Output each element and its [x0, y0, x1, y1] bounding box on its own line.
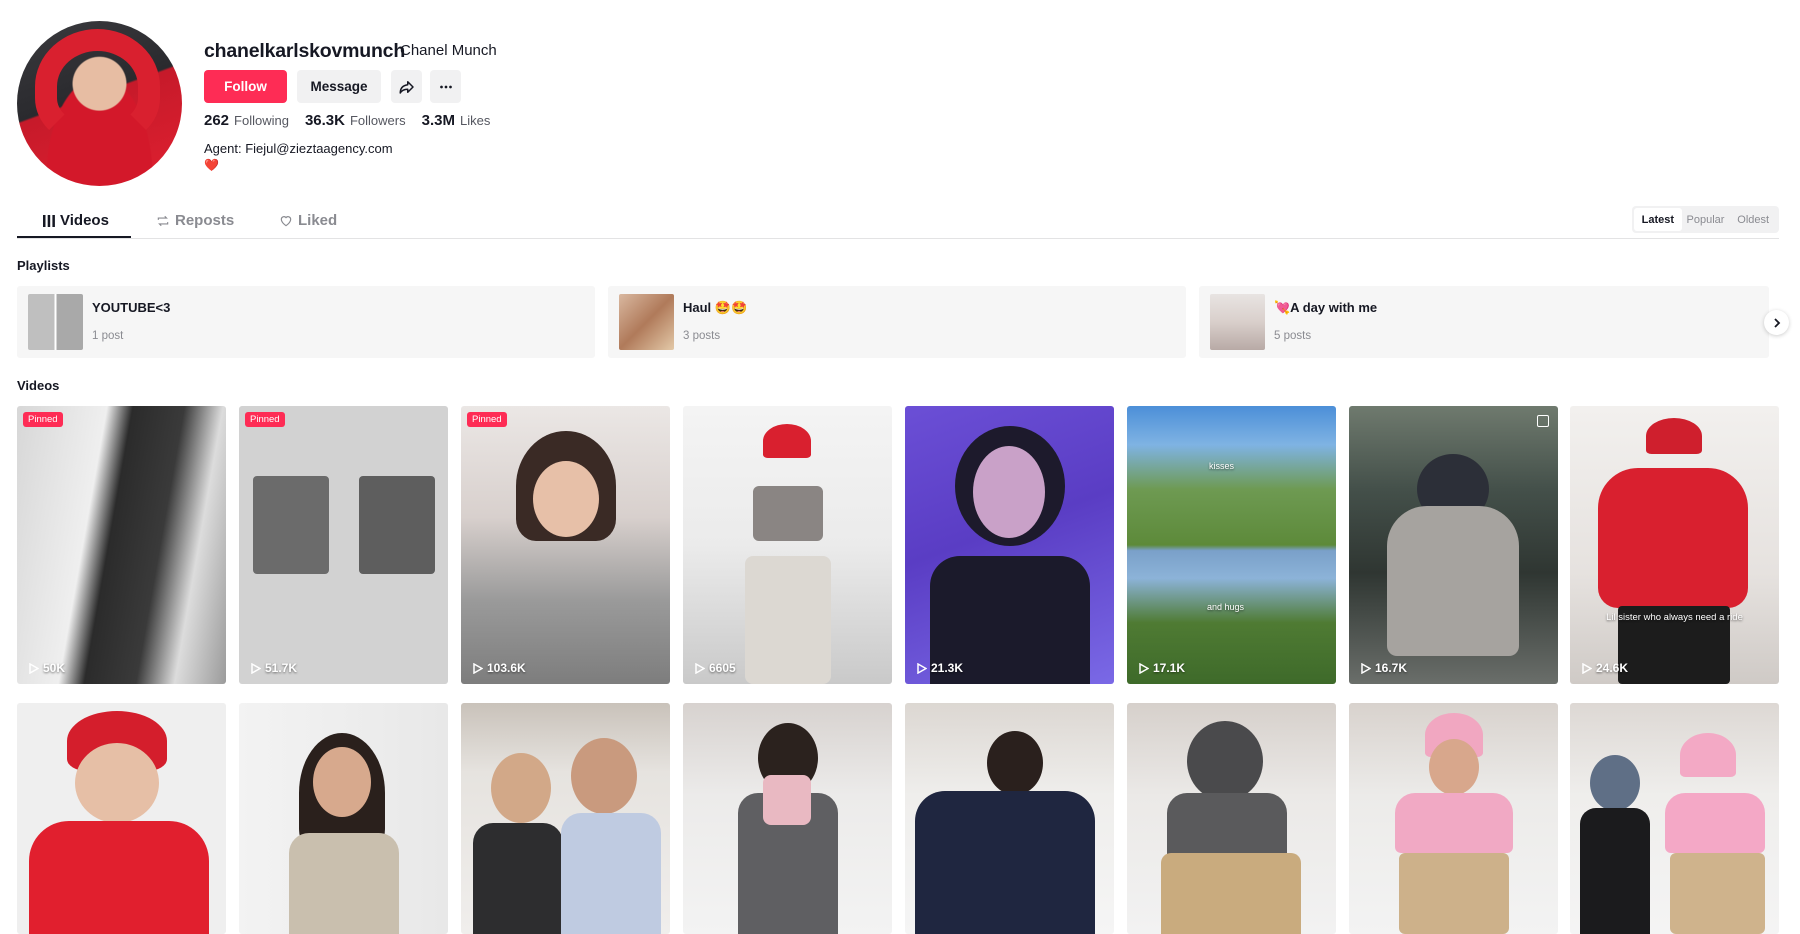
play-icon [1361, 662, 1371, 674]
playlist-thumbnail [1210, 294, 1265, 350]
pinned-badge: Pinned [245, 412, 285, 427]
video-card[interactable]: kisses and hugs 17.1K [1127, 406, 1336, 684]
play-icon [917, 662, 927, 674]
video-caption: Lil sister who always need a ride [1606, 612, 1743, 623]
view-count: 17.1K [1139, 661, 1185, 675]
tab-liked[interactable]: Liked [279, 212, 337, 229]
video-overlay-text: and hugs [1207, 602, 1245, 612]
playlist-name: 💘A day with me [1274, 300, 1378, 315]
video-card[interactable]: Lil sister who always need a ride 24.6K [1570, 406, 1779, 684]
video-card[interactable] [905, 703, 1114, 934]
photo-mode-icon [1537, 415, 1549, 427]
view-count: 24.6K [1582, 661, 1628, 675]
grid-icon [43, 214, 55, 227]
chevron-right-icon [1773, 317, 1780, 328]
share-button[interactable] [391, 70, 422, 103]
playlist-card[interactable]: 💘A day with me 5 posts [1199, 286, 1769, 358]
playlist-count: 1 post [92, 330, 124, 342]
playlist-thumbnail [28, 294, 83, 350]
more-dots-icon [439, 85, 452, 88]
play-icon [251, 662, 261, 674]
playlist-name: YOUTUBE<3 [92, 300, 171, 315]
tab-reposts[interactable]: Reposts [156, 212, 234, 229]
video-card[interactable]: Pinned 103.6K [461, 406, 670, 684]
video-card[interactable]: 16.7K [1349, 406, 1558, 684]
profile-bio: Agent: Fiejul@zieztaagency.com ❤️ [204, 140, 393, 174]
bio-line: Agent: Fiejul@zieztaagency.com [204, 141, 393, 156]
video-card[interactable] [239, 703, 448, 934]
video-card[interactable] [1570, 703, 1779, 934]
following-stat[interactable]: 262 Following [204, 112, 289, 129]
followers-stat[interactable]: 36.3K Followers [305, 112, 406, 129]
video-card[interactable]: 21.3K [905, 406, 1114, 684]
profile-tabs: Videos Reposts Liked [17, 206, 1779, 239]
video-card[interactable]: Pinned 50K [17, 406, 226, 684]
sort-latest[interactable]: Latest [1634, 208, 1682, 231]
tab-videos[interactable]: Videos [43, 212, 109, 229]
message-button[interactable]: Message [297, 70, 381, 103]
video-card[interactable]: 6605 [683, 406, 892, 684]
sort-popular[interactable]: Popular [1682, 208, 1730, 231]
profile-stats: 262 Following 36.3K Followers 3.3M Likes [204, 112, 490, 129]
video-card[interactable] [683, 703, 892, 934]
playlist-count: 5 posts [1274, 330, 1312, 342]
video-card[interactable] [1349, 703, 1558, 934]
view-count: 103.6K [473, 661, 526, 675]
sort-control: Latest Popular Oldest [1632, 206, 1779, 233]
pinned-badge: Pinned [23, 412, 63, 427]
heart-outline-icon [280, 215, 292, 226]
video-card[interactable]: Pinned 51.7K [239, 406, 448, 684]
active-tab-indicator [17, 236, 131, 238]
playlists-next-button[interactable] [1764, 310, 1789, 335]
playlists-heading: Playlists [17, 258, 70, 273]
bio-heart-emoji: ❤️ [204, 158, 219, 172]
share-icon [399, 80, 414, 94]
play-icon [1582, 662, 1592, 674]
view-count: 51.7K [251, 661, 297, 675]
playlist-count: 3 posts [683, 330, 721, 342]
more-options-button[interactable] [430, 70, 461, 103]
playlist-name: Haul 🤩🤩 [683, 300, 748, 315]
view-count: 16.7K [1361, 661, 1407, 675]
profile-avatar[interactable] [17, 21, 182, 186]
play-icon [695, 662, 705, 674]
profile-nickname: Chanel Munch [400, 42, 497, 59]
view-count: 21.3K [917, 661, 963, 675]
play-icon [473, 662, 483, 674]
likes-stat: 3.3M Likes [421, 112, 491, 129]
pinned-badge: Pinned [467, 412, 507, 427]
video-card[interactable] [17, 703, 226, 934]
repost-icon [157, 215, 169, 226]
follow-button[interactable]: Follow [204, 70, 287, 103]
videos-heading: Videos [17, 378, 60, 393]
playlist-thumbnail [619, 294, 674, 350]
play-icon [29, 662, 39, 674]
sort-oldest[interactable]: Oldest [1729, 208, 1777, 231]
play-icon [1139, 662, 1149, 674]
view-count: 50K [29, 661, 65, 675]
playlist-card[interactable]: YOUTUBE<3 1 post [17, 286, 595, 358]
video-overlay-text: kisses [1209, 461, 1235, 471]
playlist-card[interactable]: Haul 🤩🤩 3 posts [608, 286, 1186, 358]
view-count: 6605 [695, 661, 736, 675]
profile-username: chanelkarlskovmunch [204, 40, 406, 62]
video-card[interactable] [461, 703, 670, 934]
video-card[interactable] [1127, 703, 1336, 934]
